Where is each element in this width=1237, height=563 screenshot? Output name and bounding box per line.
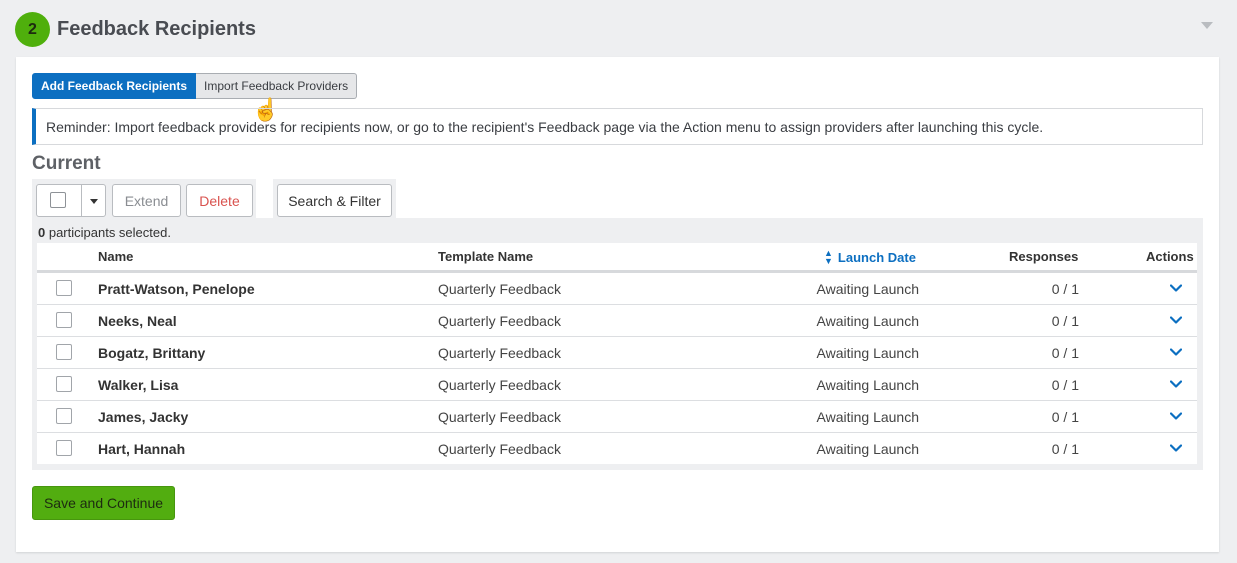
add-feedback-recipients-tab[interactable]: Add Feedback Recipients [32,73,197,99]
table-row: Walker, Lisa Quarterly Feedback Awaiting L… [37,369,1197,401]
sort-icon: ▲ ▼ [824,248,833,266]
row-launch-date: Awaiting Launch [816,409,919,425]
row-responses: 0 / 1 [1051,409,1079,425]
selected-count-suffix: participants selected. [45,225,171,240]
row-checkbox[interactable] [56,280,72,296]
row-checkbox[interactable] [56,312,72,328]
row-checkbox[interactable] [56,408,72,424]
header-responses[interactable]: Responses [1009,249,1078,264]
recipient-tab-group: Add Feedback Recipients Import Feedback … [32,73,358,99]
row-name: Walker, Lisa [98,377,179,393]
select-divider [81,185,82,216]
table-header: Name Template Name ▲ ▼ Launch Date Respon… [37,243,1197,273]
row-template: Quarterly Feedback [438,441,561,457]
row-launch-date: Awaiting Launch [816,281,919,297]
search-filter-button[interactable]: Search & Filter [277,184,392,217]
header-actions: Actions [1146,249,1194,264]
row-name: Pratt-Watson, Penelope [98,281,255,297]
chevron-down-icon[interactable] [1170,348,1182,356]
extend-button[interactable]: Extend [112,184,181,217]
row-launch-date: Awaiting Launch [816,441,919,457]
header-template-name[interactable]: Template Name [438,249,533,264]
row-template: Quarterly Feedback [438,281,561,297]
select-all-checkbox[interactable] [50,192,66,208]
row-template: Quarterly Feedback [438,313,561,329]
participants-table: Name Template Name ▲ ▼ Launch Date Respon… [37,243,1197,464]
row-name: James, Jacky [98,409,189,425]
row-responses: 0 / 1 [1051,313,1079,329]
row-launch-date: Awaiting Launch [816,377,919,393]
chevron-down-icon[interactable] [1170,316,1182,324]
delete-button[interactable]: Delete [186,184,253,217]
filter-toolbar: Search & Filter [273,179,396,219]
table-row: Neeks, Neal Quarterly Feedback Awaiting La… [37,305,1197,337]
collapse-caret-icon[interactable] [1201,22,1213,29]
selection-count: 0 participants selected. [38,225,171,240]
row-name: Neeks, Neal [98,313,177,329]
step-number-badge: 2 [15,12,50,47]
current-heading: Current [32,153,101,174]
row-name: Bogatz, Brittany [98,345,206,361]
row-responses: 0 / 1 [1051,281,1079,297]
feedback-recipients-panel: Add Feedback Recipients Import Feedback … [16,57,1219,552]
chevron-down-icon[interactable] [1170,284,1182,292]
bulk-action-toolbar: Extend Delete [32,179,256,219]
row-responses: 0 / 1 [1051,441,1079,457]
row-launch-date: Awaiting Launch [816,313,919,329]
caret-down-icon[interactable] [90,199,98,204]
reminder-banner: Reminder: Import feedback providers for … [32,108,1203,145]
import-feedback-providers-tab[interactable]: Import Feedback Providers [196,73,358,99]
row-name: Hart, Hannah [98,441,186,457]
save-and-continue-button[interactable]: Save and Continue [32,486,175,520]
row-template: Quarterly Feedback [438,409,561,425]
chevron-down-icon[interactable] [1170,444,1182,452]
header-launch-date-label: Launch Date [837,249,916,265]
chevron-down-icon[interactable] [1170,412,1182,420]
table-row: Hart, Hannah Quarterly Feedback Awaiting L… [37,433,1197,465]
row-checkbox[interactable] [56,440,72,456]
participants-table-container: 0 participants selected. Name Template N… [32,218,1203,470]
row-template: Quarterly Feedback [438,345,561,361]
table-row: Pratt-Watson, Penelope Quarterly Feedback… [37,273,1197,305]
chevron-down-icon[interactable] [1170,380,1182,388]
section-title: Feedback Recipients [57,18,256,40]
row-responses: 0 / 1 [1051,377,1079,393]
select-all-dropdown[interactable] [36,184,106,217]
row-checkbox[interactable] [56,344,72,360]
header-launch-date[interactable]: ▲ ▼ Launch Date [824,248,916,266]
row-checkbox[interactable] [56,376,72,392]
row-launch-date: Awaiting Launch [816,345,919,361]
table-row: James, Jacky Quarterly Feedback Awaiting L… [37,401,1197,433]
row-responses: 0 / 1 [1051,345,1079,361]
table-row: Bogatz, Brittany Quarterly Feedback Awaiti… [37,337,1197,369]
header-name[interactable]: Name [98,249,133,264]
row-template: Quarterly Feedback [438,377,561,393]
